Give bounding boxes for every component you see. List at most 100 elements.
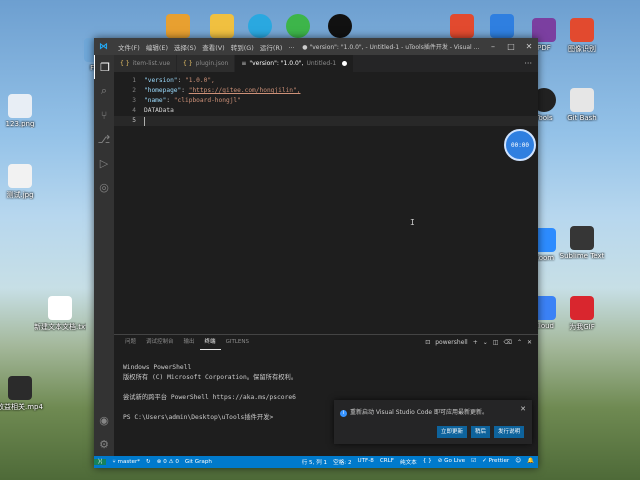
desktop-icon-gif[interactable]: 为我GIF: [556, 296, 608, 332]
app-icon: [570, 18, 594, 42]
tab-untitled-1[interactable]: ≡ "version": "1.0.0", Untitled-1: [235, 55, 355, 72]
line-number: 2: [132, 87, 136, 94]
tab-item-list-vue[interactable]: { } item-list.vue: [114, 55, 178, 72]
shield-icon: [490, 14, 514, 38]
check-icon[interactable]: ☑: [471, 458, 476, 466]
tab-gitlens[interactable]: GITLENS: [221, 335, 254, 349]
menu-view[interactable]: 查看(V): [199, 42, 228, 52]
end-of-line[interactable]: CRLF: [380, 458, 394, 466]
minimize-icon[interactable]: –: [484, 42, 502, 51]
search-icon[interactable]: ⌕: [94, 79, 114, 103]
close-icon[interactable]: ✕: [520, 42, 538, 51]
cursor-position[interactable]: 行 5, 列 1: [302, 458, 327, 466]
timer-badge[interactable]: 00:00: [504, 129, 536, 161]
branch-name: master*: [117, 459, 141, 465]
git-graph-status[interactable]: Git Graph: [185, 459, 212, 465]
line-number: 1: [132, 77, 136, 84]
app-icon: [210, 14, 234, 38]
window-title: ● "version": "1.0.0", - Untitled-1 - uTo…: [302, 44, 480, 51]
json-key: "homepage": [144, 87, 182, 94]
terminal-line: 版权所有 (C) Microsoft Corporation。保留所有权利。: [123, 374, 298, 381]
code-editor[interactable]: 1 "version": "1.0.0", 2 "homepage": "htt…: [114, 72, 538, 334]
indentation[interactable]: 空格: 2: [333, 458, 351, 466]
status-bar: ⟩⟨ ⑂ master* ↻ ⊗ 0 ⚠ 0 Git Graph 行 5, 列 …: [94, 456, 538, 468]
sublime-icon: [570, 226, 594, 250]
maximize-icon[interactable]: □: [502, 42, 520, 51]
editor-tabs: { } item-list.vue { } plugin.json ≡ "ver…: [114, 55, 538, 72]
tab-plugin-json[interactable]: { } plugin.json: [177, 55, 236, 72]
new-terminal-icon[interactable]: +: [473, 339, 478, 346]
wechat-icon: [286, 14, 310, 38]
later-button[interactable]: 稍后: [470, 426, 490, 438]
close-notification-icon[interactable]: ✕: [520, 405, 526, 413]
prettier-status[interactable]: ✓ Prettier: [482, 458, 509, 466]
tab-terminal[interactable]: 终端: [199, 335, 221, 350]
menu-selection[interactable]: 选择(S): [171, 42, 199, 52]
language-mode[interactable]: 纯文本: [400, 458, 417, 466]
image-file-icon: [8, 164, 32, 188]
remote-indicator-icon[interactable]: ⟩⟨: [94, 459, 107, 465]
notification-message: 重新启动 Visual Studio Code 即可应用最新更新。: [350, 409, 489, 416]
menu-more[interactable]: ...: [285, 42, 297, 52]
encoding[interactable]: UTF-8: [358, 458, 374, 466]
release-notes-button[interactable]: 发行说明: [493, 426, 524, 438]
tab-problems[interactable]: 问题: [120, 335, 141, 349]
terminal-shell-select[interactable]: powershell: [435, 339, 468, 346]
gif-icon: [570, 296, 594, 320]
problems-status[interactable]: ⊗ 0 ⚠ 0: [157, 459, 179, 465]
tab-label: plugin.json: [195, 60, 229, 67]
branch-status[interactable]: ⑂ master*: [112, 459, 140, 465]
menu-go[interactable]: 转到(G): [228, 42, 257, 52]
desktop-icon-sublime[interactable]: Sublime Text: [556, 226, 608, 260]
desktop-icon-mp4[interactable]: 收益相关.mp4: [0, 376, 46, 412]
json-value-link[interactable]: "https://gitee.com/hongjilin",: [189, 87, 301, 94]
desktop-icon-txt[interactable]: 新建文本文档.txt: [34, 296, 86, 332]
update-now-button[interactable]: 立即更新: [436, 426, 467, 438]
account-icon[interactable]: ◉: [94, 408, 114, 432]
desktop-icon-image-recognition[interactable]: 图像识别: [556, 18, 608, 54]
settings-gear-icon[interactable]: ⚙: [94, 432, 114, 456]
desktop-icon-top-5[interactable]: [314, 14, 366, 40]
tab-output[interactable]: 输出: [179, 335, 200, 349]
video-file-icon: [8, 376, 32, 400]
update-notification: i 重新启动 Visual Studio Code 即可应用最新更新。 ✕ 立即更…: [334, 400, 532, 444]
git-graph-icon[interactable]: ⎇: [94, 127, 114, 151]
line-number: 4: [132, 107, 136, 114]
menu-file[interactable]: 文件(F): [115, 42, 143, 52]
chevron-down-icon[interactable]: ⌄: [483, 339, 488, 346]
explorer-icon[interactable]: ❐: [94, 55, 115, 79]
app-icon: [450, 14, 474, 38]
editor-line: 3 "name": "clipboard-hongjl": [114, 96, 538, 106]
menu-run[interactable]: 运行(R): [257, 42, 286, 52]
braces-icon[interactable]: { }: [423, 458, 432, 466]
more-actions-icon[interactable]: ···: [518, 55, 538, 72]
sync-icon[interactable]: ↻: [146, 459, 151, 465]
menu-edit[interactable]: 编辑(E): [143, 42, 171, 52]
editor-line: 2 "homepage": "https://gitee.com/hongjil…: [114, 86, 538, 96]
source-control-icon[interactable]: ⑂: [94, 103, 114, 127]
terminal-line: Windows PowerShell: [123, 364, 192, 371]
go-live-button[interactable]: ⊘ Go Live: [438, 458, 465, 466]
feedback-icon[interactable]: ☺: [515, 458, 521, 466]
bell-icon[interactable]: 🔔: [527, 458, 534, 466]
prettier-label: Prettier: [488, 458, 510, 464]
split-terminal-icon[interactable]: ◫: [493, 339, 499, 346]
close-panel-icon[interactable]: ✕: [527, 339, 532, 346]
remote-explorer-icon[interactable]: ◎: [94, 175, 114, 199]
maximize-panel-icon[interactable]: ⌃: [517, 339, 522, 346]
app-icon: [166, 14, 190, 38]
json-value: "clipboard-hongjl": [173, 97, 241, 104]
desktop-icon-png[interactable]: 123.png: [0, 94, 46, 128]
git-icon: [570, 88, 594, 112]
tab-label: "version": "1.0.0",: [249, 60, 304, 67]
tab-debug-console[interactable]: 调试控制台: [141, 335, 179, 349]
vscode-logo-icon: ⋈: [99, 41, 108, 52]
unsaved-dot-icon[interactable]: [342, 61, 348, 66]
desktop-icon-git-bash[interactable]: Git Bash: [556, 88, 608, 122]
image-file-icon: [8, 94, 32, 118]
trash-icon[interactable]: ⌫: [503, 339, 511, 346]
activity-bar: ❐ ⌕ ⑂ ⎇ ▷ ◎ ◉ ⚙: [94, 55, 114, 456]
desktop-icon-jpg[interactable]: 测试.jpg: [0, 164, 46, 200]
line-number: 5: [132, 117, 136, 124]
run-debug-icon[interactable]: ▷: [94, 151, 114, 175]
